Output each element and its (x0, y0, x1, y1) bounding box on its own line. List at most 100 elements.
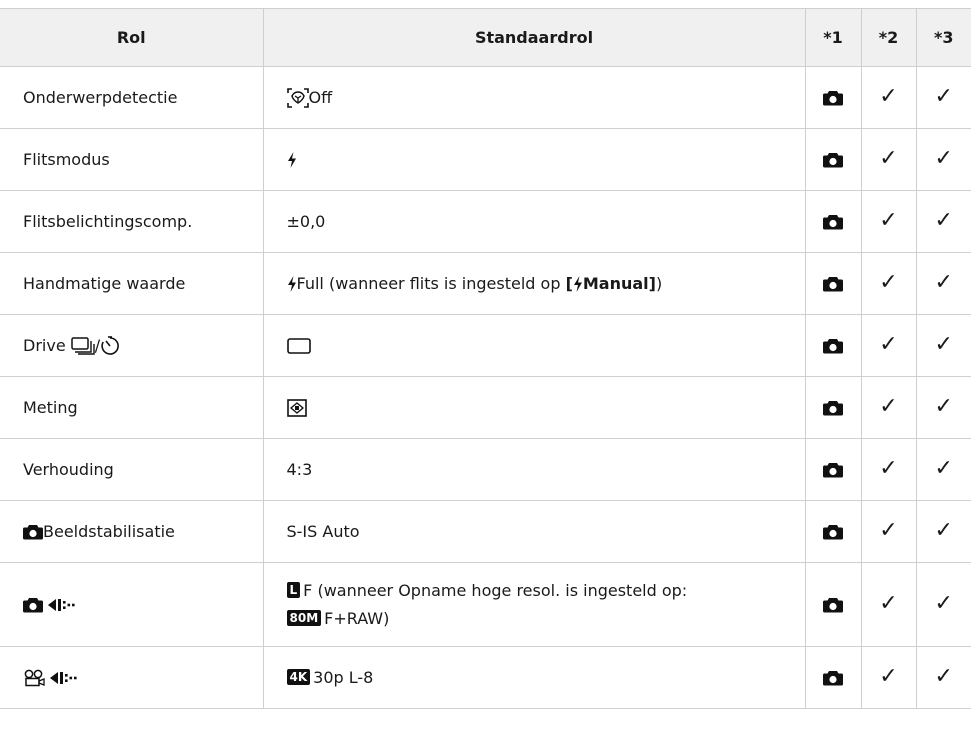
table-row: Meting ✓ ✓ (0, 376, 971, 439)
camera-icon (823, 400, 843, 416)
value-cell: Full (wanneer flits is ingesteld op [ Man… (262, 252, 806, 315)
rol-cell: Verhouding (0, 438, 264, 501)
rol-cell: Beeldstabilisatie (0, 500, 264, 563)
note-2-cell: ✓ (860, 500, 917, 563)
check-icon: ✓ (934, 83, 953, 109)
check-icon: ✓ (879, 517, 898, 543)
note-1-cell (804, 438, 862, 501)
sequential-drive-icon (71, 337, 95, 355)
camera-icon (823, 524, 843, 540)
check-icon: ✓ (934, 663, 953, 689)
note-3-cell: ✓ (915, 646, 971, 709)
table-row: 4K 30p L-8 ✓ ✓ (0, 646, 971, 709)
check-icon: ✓ (934, 393, 953, 419)
note-2-cell: ✓ (860, 66, 917, 129)
note-3-cell: ✓ (915, 376, 971, 439)
image-quality-icon (48, 597, 76, 613)
check-icon: ✓ (934, 517, 953, 543)
note-2-cell: ✓ (860, 376, 917, 439)
header-note-1: *1 (804, 8, 862, 67)
note-1-cell (804, 66, 862, 129)
note-3-cell: ✓ (915, 66, 971, 129)
note-2-cell: ✓ (860, 252, 917, 315)
flash-icon (573, 276, 583, 292)
value-cell: ±0,0 (262, 190, 806, 253)
note-3-cell: ✓ (915, 500, 971, 563)
note-2-cell: ✓ (860, 646, 917, 709)
movie-icon (24, 669, 45, 687)
rol-cell: Flitsmodus (0, 128, 264, 191)
value-text-end: F+RAW) (324, 608, 390, 628)
flash-icon (287, 276, 297, 292)
single-frame-icon (286, 338, 311, 354)
rol-cell: Flitsbelichtingscomp. (0, 190, 264, 253)
check-icon: ✓ (934, 145, 953, 171)
note-1-cell (804, 500, 862, 563)
note-1-cell (804, 314, 862, 377)
table-row: Flitsmodus ✓ ✓ (0, 128, 971, 191)
rol-text: Beeldstabilisatie (43, 521, 175, 541)
note-3-cell: ✓ (915, 252, 971, 315)
check-icon: ✓ (879, 207, 898, 233)
table-row: Beeldstabilisatie S-IS Auto ✓ ✓ (0, 500, 971, 563)
check-icon: ✓ (879, 269, 898, 295)
self-timer-icon (101, 336, 120, 355)
rol-cell: Onderwerpdetectie (0, 66, 264, 129)
rol-cell (0, 646, 264, 709)
table-row: Verhouding 4:3 ✓ ✓ (0, 438, 971, 501)
check-icon: ✓ (879, 393, 898, 419)
note-3-cell: ✓ (915, 438, 971, 501)
value-cell (262, 314, 806, 377)
note-3-cell: ✓ (915, 314, 971, 377)
camera-icon (823, 597, 843, 613)
note-1-cell (804, 252, 862, 315)
value-text: Off (308, 87, 333, 107)
check-icon: ✓ (934, 207, 953, 233)
rol-text: Drive (23, 335, 71, 355)
value-text: Full (wanneer flits is ingesteld op (296, 273, 566, 293)
flash-icon (287, 152, 297, 168)
manual-label: Manual] (582, 273, 656, 293)
value-cell: 4K 30p L-8 (262, 646, 806, 709)
rol-cell: Handmatige waarde (0, 252, 264, 315)
note-2-cell: ✓ (860, 314, 917, 377)
value-text: F (wanneer Opname hoge resol. is ingeste… (303, 580, 688, 600)
value-cell (262, 128, 806, 191)
note-2-cell: ✓ (860, 128, 917, 191)
value-cell: Off (262, 66, 806, 129)
note-3-cell: ✓ (915, 190, 971, 253)
table-header-row: Rol Standaardrol *1 *2 *3 (0, 8, 971, 67)
value-cell: 4:3 (262, 438, 806, 501)
value-cell: S-IS Auto (262, 500, 806, 563)
note-1-cell (804, 190, 862, 253)
note-1-cell (804, 646, 862, 709)
rol-cell: Drive / (0, 314, 264, 377)
check-icon: ✓ (879, 663, 898, 689)
check-icon: ✓ (879, 590, 898, 616)
rol-cell: Meting (0, 376, 264, 439)
camera-icon (23, 597, 43, 613)
table-row: LF (wanneer Opname hoge resol. is ingest… (0, 562, 971, 647)
camera-icon (823, 90, 843, 106)
check-icon: ✓ (934, 455, 953, 481)
4k-badge: 4K (286, 668, 311, 685)
check-icon: ✓ (879, 145, 898, 171)
note-1-cell (804, 128, 862, 191)
size-large-badge: L (286, 581, 301, 598)
camera-icon (823, 214, 843, 230)
camera-icon (823, 276, 843, 292)
value-text: 30p L-8 (313, 667, 374, 687)
bracket-open: [ (565, 273, 573, 293)
resolution-badge: 80M (286, 609, 322, 626)
note-2-cell: ✓ (860, 438, 917, 501)
check-icon: ✓ (934, 590, 953, 616)
subject-detection-icon (286, 88, 309, 108)
header-standaardrol: Standaardrol (262, 8, 806, 67)
note-2-cell: ✓ (860, 190, 917, 253)
table-row: Drive / ✓ ✓ (0, 314, 971, 377)
rol-cell (0, 562, 264, 647)
check-icon: ✓ (879, 455, 898, 481)
check-icon: ✓ (879, 83, 898, 109)
header-note-3: *3 (915, 8, 971, 67)
camera-icon (823, 670, 843, 686)
